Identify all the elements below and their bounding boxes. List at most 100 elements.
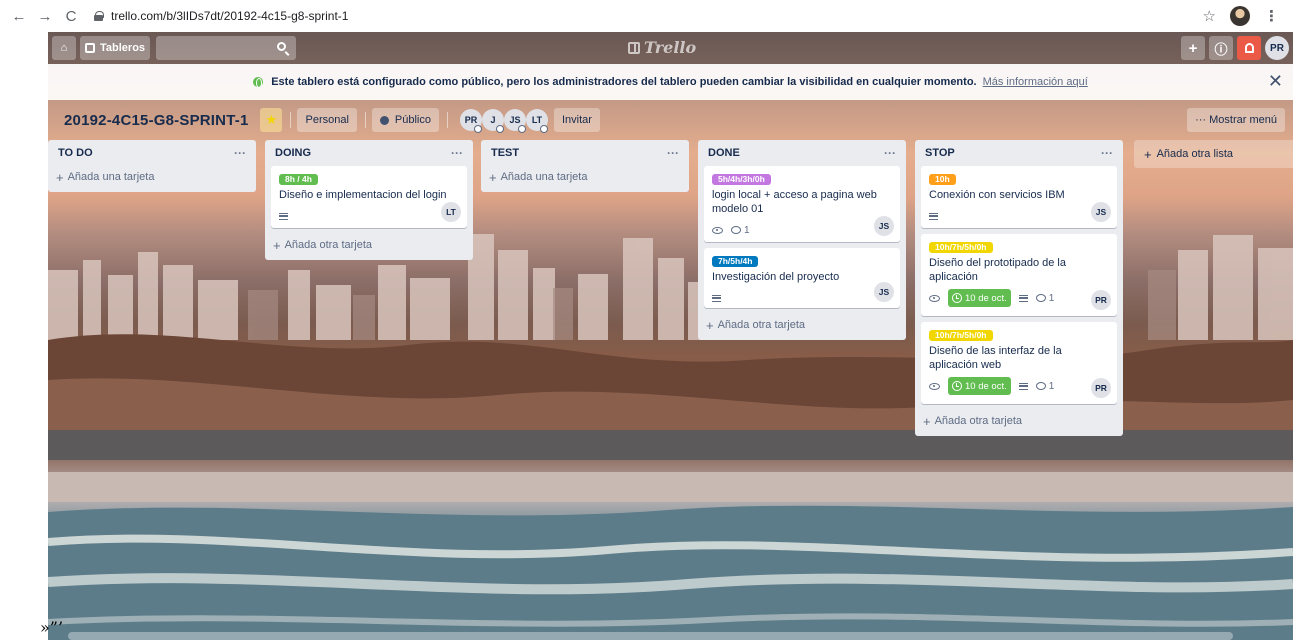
member-avatar[interactable]: PR xyxy=(459,109,482,133)
address-bar[interactable]: trello.com/b/3lIDs7dt/20192-4c15-g8-spri… xyxy=(94,5,1203,27)
list-menu-icon[interactable]: ··· xyxy=(667,146,679,160)
card-label: 10h xyxy=(929,174,956,185)
card-label: 10h/7h/5h/0h xyxy=(929,330,993,341)
browser-menu-icon[interactable]: ⋮ xyxy=(1264,7,1279,25)
list-menu-icon[interactable]: ··· xyxy=(451,146,463,160)
list-title[interactable]: DONE xyxy=(708,147,740,159)
card-label: 5h/4h/3h/0h xyxy=(712,174,771,185)
list-done: DONE ··· 5h/4h/3h/0h login local + acces… xyxy=(698,140,906,340)
description-icon xyxy=(279,212,288,220)
back-arrow-icon[interactable]: ← xyxy=(8,5,30,27)
card-title: Diseño e implementacion del login xyxy=(279,189,447,201)
lock-icon xyxy=(94,11,104,21)
comment-count: 1 xyxy=(1048,292,1055,304)
description-icon xyxy=(1018,294,1028,302)
watch-eye-icon xyxy=(712,226,723,234)
clock-icon xyxy=(952,293,962,303)
comment-icon xyxy=(1035,294,1046,302)
add-card-label: Añada otra tarjeta xyxy=(717,319,806,331)
list-title[interactable]: STOP xyxy=(925,147,955,159)
list-menu-icon[interactable]: ··· xyxy=(234,146,246,160)
list-test: TEST ··· + Añada una tarjeta xyxy=(481,140,689,192)
comment-count: 1 xyxy=(1048,380,1055,392)
visibility-button[interactable]: Público xyxy=(371,108,439,132)
list-menu-icon[interactable]: ··· xyxy=(884,146,896,160)
description-icon xyxy=(929,212,938,220)
comment-icon xyxy=(731,226,741,234)
invite-button[interactable]: Invitar xyxy=(553,108,600,132)
due-date-text: 10 de oct. xyxy=(965,380,1007,392)
card[interactable]: 10h/7h/5h/0h Diseño de las interfaz de l… xyxy=(921,322,1117,404)
member-avatar[interactable]: J xyxy=(481,109,504,133)
reload-icon[interactable]: C xyxy=(60,5,82,27)
user-avatar[interactable]: PR xyxy=(1265,36,1289,60)
due-date-text: 10 de oct. xyxy=(965,292,1007,304)
card[interactable]: 10h/7h/5h/0h Diseño del prototipado de l… xyxy=(921,234,1117,316)
url-text[interactable]: trello.com/b/3lIDs7dt/20192-4c15-g8-spri… xyxy=(111,9,348,23)
card-member-avatar[interactable]: JS xyxy=(1091,202,1111,222)
trello-logo-icon xyxy=(628,41,640,54)
globe-icon xyxy=(253,77,264,88)
list-title[interactable]: TEST xyxy=(491,147,519,159)
add-card-button[interactable]: + Añada otra tarjeta xyxy=(265,234,473,256)
card-member-avatar[interactable]: JS xyxy=(874,216,894,236)
notifications-button[interactable] xyxy=(1237,36,1261,60)
star-board-button[interactable]: ★ xyxy=(260,108,283,132)
add-card-button[interactable]: + Añada otra tarjeta xyxy=(698,314,906,336)
bookmark-star-icon[interactable]: ☆ xyxy=(1203,7,1216,25)
visibility-label: Público xyxy=(394,114,431,126)
forward-arrow-icon[interactable]: → xyxy=(34,5,56,27)
add-card-label: Añada una tarjeta xyxy=(67,171,155,183)
add-list-button[interactable]: + Añada otra lista xyxy=(1134,140,1293,168)
browser-profile-avatar[interactable] xyxy=(1230,6,1250,26)
info-button[interactable]: ⓘ xyxy=(1209,36,1233,60)
card-label: 8h / 4h xyxy=(279,174,318,185)
notice-text: Este tablero está configurado como públi… xyxy=(271,76,977,88)
trello-logo[interactable]: Trello xyxy=(628,38,696,57)
member-avatar[interactable]: LT xyxy=(525,109,548,133)
list-title[interactable]: DOING xyxy=(275,147,311,159)
more-info-link[interactable]: Más información aquí xyxy=(983,76,1088,88)
home-icon: ⌂ xyxy=(60,42,68,54)
star-icon: ★ xyxy=(265,112,278,127)
card[interactable]: 7h/5h/4h Investigación del proyecto JS xyxy=(704,248,900,308)
add-card-button[interactable]: + Añada una tarjeta xyxy=(48,166,256,188)
separator xyxy=(446,112,448,128)
card[interactable]: 10h Conexión con servicios IBM JS xyxy=(921,166,1117,228)
board-title[interactable]: 20192-4C15-G8-SPRINT-1 xyxy=(64,112,248,129)
card-member-avatar[interactable]: JS xyxy=(874,282,894,302)
plus-icon: + xyxy=(489,169,497,185)
list-title[interactable]: TO DO xyxy=(58,147,93,159)
show-menu-button[interactable]: ··· Mostrar menú xyxy=(1187,108,1285,132)
visibility-notice-banner: Este tablero está configurado como públi… xyxy=(48,64,1293,100)
app-header: ⌂ Tableros Trello + ⓘ PR xyxy=(48,32,1293,64)
boards-button[interactable]: Tableros xyxy=(80,36,151,60)
card-member-avatar[interactable]: LT xyxy=(441,202,461,222)
description-icon xyxy=(1018,382,1028,390)
create-button[interactable]: + xyxy=(1181,36,1205,60)
boards-icon xyxy=(85,43,95,53)
edge-artifact-text: »”’ xyxy=(40,618,64,637)
team-button[interactable]: Personal xyxy=(297,108,357,132)
card-member-avatar[interactable]: PR xyxy=(1091,378,1111,398)
search-input[interactable] xyxy=(156,36,297,60)
card-title: login local + acceso a pagina web modelo… xyxy=(712,189,877,215)
due-date-badge[interactable]: 10 de oct. xyxy=(948,289,1011,307)
clock-icon xyxy=(952,381,962,391)
due-date-badge[interactable]: 10 de oct. xyxy=(948,377,1011,395)
home-button[interactable]: ⌂ xyxy=(52,36,76,60)
add-card-button[interactable]: + Añada otra tarjeta xyxy=(915,410,1123,432)
plus-icon: + xyxy=(1144,146,1152,162)
public-globe-icon xyxy=(379,115,389,125)
member-avatar[interactable]: JS xyxy=(503,109,526,133)
card-label: 7h/5h/4h xyxy=(712,256,759,267)
watch-eye-icon xyxy=(929,294,940,302)
list-menu-icon[interactable]: ··· xyxy=(1101,146,1113,160)
card[interactable]: 8h / 4h Diseño e implementacion del logi… xyxy=(271,166,467,228)
card[interactable]: 5h/4h/3h/0h login local + acceso a pagin… xyxy=(704,166,900,242)
card-member-avatar[interactable]: PR xyxy=(1091,290,1111,310)
close-icon[interactable]: ✕ xyxy=(1268,71,1283,92)
bell-icon xyxy=(1244,43,1254,53)
add-card-button[interactable]: + Añada una tarjeta xyxy=(481,166,689,188)
horizontal-scrollbar[interactable] xyxy=(68,632,1233,640)
